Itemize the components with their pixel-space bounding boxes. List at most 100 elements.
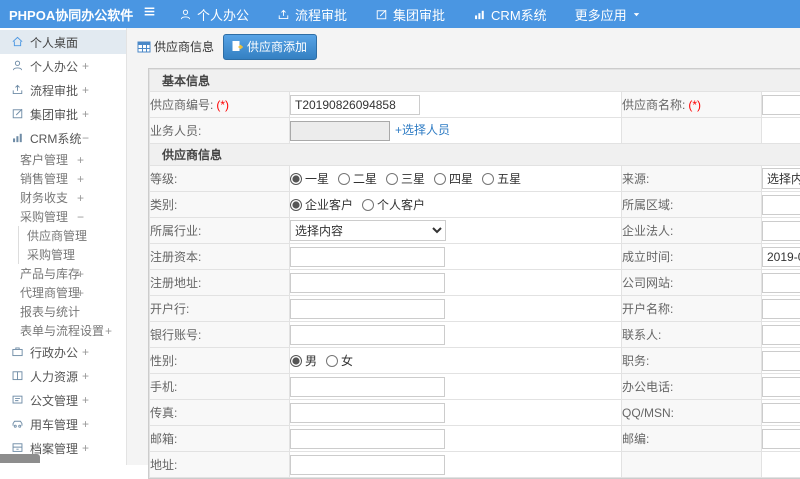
- radio-button[interactable]: [290, 199, 302, 211]
- supplier-name-input[interactable]: [762, 95, 800, 115]
- radio-button[interactable]: [290, 355, 302, 367]
- level-option-2[interactable]: 三星: [386, 170, 425, 187]
- tab-supplier-info[interactable]: 供应商信息: [135, 38, 223, 55]
- nav-item-crm-system[interactable]: CRM系统: [459, 0, 561, 28]
- expand-toggle[interactable]: +: [82, 417, 89, 431]
- nav-item-personal-office[interactable]: 个人办公: [165, 0, 263, 28]
- gender-option-0[interactable]: 男: [290, 352, 317, 369]
- registered-address-input[interactable]: [290, 273, 445, 293]
- category-option-1[interactable]: 个人客户: [362, 196, 425, 213]
- expand-toggle[interactable]: +: [77, 153, 84, 167]
- sidebar-item-workflow-approval[interactable]: 流程审批+: [0, 78, 126, 102]
- sidebar-item-label: 个人桌面: [30, 34, 78, 51]
- registered-capital-input[interactable]: [290, 247, 445, 267]
- expand-toggle[interactable]: +: [82, 59, 89, 73]
- gender-option-1[interactable]: 女: [326, 352, 353, 369]
- nav-item-more-apps[interactable]: 更多应用: [561, 0, 655, 28]
- sidebar-item-human-resources[interactable]: 人力资源+: [0, 364, 126, 388]
- field-label: 银行账号:: [150, 328, 201, 342]
- choose-person-link[interactable]: +选择人员: [395, 123, 450, 137]
- sidebar-item-finance-mgmt[interactable]: 财务收支+: [0, 188, 126, 207]
- supplier-code-input[interactable]: [290, 95, 420, 115]
- expand-toggle[interactable]: +: [77, 286, 84, 300]
- sidebar-item-sales-mgmt[interactable]: 销售管理+: [0, 169, 126, 188]
- industry-label: 所属行业:: [150, 218, 290, 244]
- category-option-0[interactable]: 企业客户: [290, 196, 353, 213]
- nav-item-workflow-approval[interactable]: 流程审批: [263, 0, 361, 28]
- industry-select[interactable]: 选择内容: [290, 220, 446, 241]
- company-website-input[interactable]: [762, 273, 800, 293]
- position-input[interactable]: [762, 351, 800, 371]
- expand-toggle[interactable]: +: [82, 441, 89, 455]
- expand-toggle[interactable]: +: [105, 324, 112, 338]
- sidebar-item-document-mgmt[interactable]: 公文管理+: [0, 388, 126, 412]
- sidebar-item-reports-statistics[interactable]: 报表与统计: [0, 302, 126, 321]
- form-row: 邮箱:邮编:: [150, 426, 800, 452]
- nav-item-group-approval[interactable]: 集团审批: [361, 0, 459, 28]
- radio-button[interactable]: [434, 173, 446, 185]
- sidebar-item-admin-office[interactable]: 行政办公+: [0, 340, 126, 364]
- office-phone-input[interactable]: [762, 377, 800, 397]
- expand-toggle[interactable]: +: [82, 107, 89, 121]
- expand-toggle[interactable]: +: [77, 191, 84, 205]
- car-icon: [11, 417, 25, 431]
- gender-field-cell: 男女: [290, 348, 622, 374]
- level-option-3[interactable]: 四星: [434, 170, 473, 187]
- sidebar-item-supplier-mgmt[interactable]: 供应商管理: [18, 226, 126, 245]
- expand-toggle[interactable]: −: [77, 210, 84, 224]
- founded-date-input[interactable]: [762, 247, 800, 267]
- field-label: 公司网站:: [622, 276, 673, 290]
- account-name-input[interactable]: [762, 299, 800, 319]
- section-header-row: 供应商信息: [150, 144, 800, 166]
- bank-account-input[interactable]: [290, 325, 445, 345]
- bank-branch-input[interactable]: [290, 299, 445, 319]
- sidebar-item-form-workflow-settings[interactable]: 表单与流程设置+: [0, 321, 126, 340]
- expand-toggle[interactable]: +: [82, 369, 89, 383]
- email-input[interactable]: [290, 429, 445, 449]
- mobile-label: 手机:: [150, 374, 290, 400]
- sidebar-item-purchase-mgmt[interactable]: 采购管理−: [0, 207, 126, 226]
- expand-toggle[interactable]: −: [82, 131, 89, 145]
- qq-msn-input[interactable]: [762, 403, 800, 423]
- level-option-4[interactable]: 五星: [482, 170, 521, 187]
- zip-code-input[interactable]: [762, 429, 800, 449]
- contact-person-field-cell: [762, 322, 800, 348]
- menu-toggle[interactable]: [142, 4, 157, 24]
- sidebar-item-agent-mgmt[interactable]: 代理商管理+: [0, 283, 126, 302]
- level-option-1[interactable]: 二星: [338, 170, 377, 187]
- fax-input[interactable]: [290, 403, 445, 423]
- expand-toggle[interactable]: +: [82, 83, 89, 97]
- radio-button[interactable]: [482, 173, 494, 185]
- expand-toggle[interactable]: +: [77, 172, 84, 186]
- form-row: 银行账号:联系人:: [150, 322, 800, 348]
- chevron-down-icon: [632, 10, 641, 19]
- radio-button[interactable]: [326, 355, 338, 367]
- sidebar-item-product-inventory[interactable]: 产品与库存+: [0, 264, 126, 283]
- radio-button[interactable]: [290, 173, 302, 185]
- legal-person-input[interactable]: [762, 221, 800, 241]
- app-logo: PHPOA协同办公软件: [0, 5, 126, 24]
- region-input[interactable]: [762, 195, 800, 215]
- expand-toggle[interactable]: +: [77, 267, 84, 281]
- sidebar-item-vehicle-mgmt[interactable]: 用车管理+: [0, 412, 126, 436]
- business-person-input[interactable]: [290, 121, 390, 141]
- sidebar-item-personal-desktop[interactable]: 个人桌面: [0, 30, 126, 54]
- sidebar-item-customer-mgmt[interactable]: 客户管理+: [0, 150, 126, 169]
- sidebar-item-purchasing-mgmt[interactable]: 采购管理: [18, 245, 126, 264]
- source-select[interactable]: 选择内容: [762, 168, 800, 189]
- level-option-0[interactable]: 一星: [290, 170, 329, 187]
- expand-toggle[interactable]: +: [82, 393, 89, 407]
- field-label: 等级:: [150, 172, 177, 186]
- field-label: 办公电话:: [622, 380, 673, 394]
- radio-button[interactable]: [386, 173, 398, 185]
- contact-person-input[interactable]: [762, 325, 800, 345]
- sidebar-item-crm-system[interactable]: CRM系统−: [0, 126, 126, 150]
- radio-button[interactable]: [338, 173, 350, 185]
- radio-button[interactable]: [362, 199, 374, 211]
- sidebar-item-personal-office[interactable]: 个人办公+: [0, 54, 126, 78]
- sidebar-item-label: 表单与流程设置: [20, 322, 104, 339]
- tab-supplier-add[interactable]: 供应商添加: [223, 34, 317, 60]
- sidebar-item-group-approval[interactable]: 集团审批+: [0, 102, 126, 126]
- expand-toggle[interactable]: +: [82, 345, 89, 359]
- mobile-input[interactable]: [290, 377, 445, 397]
